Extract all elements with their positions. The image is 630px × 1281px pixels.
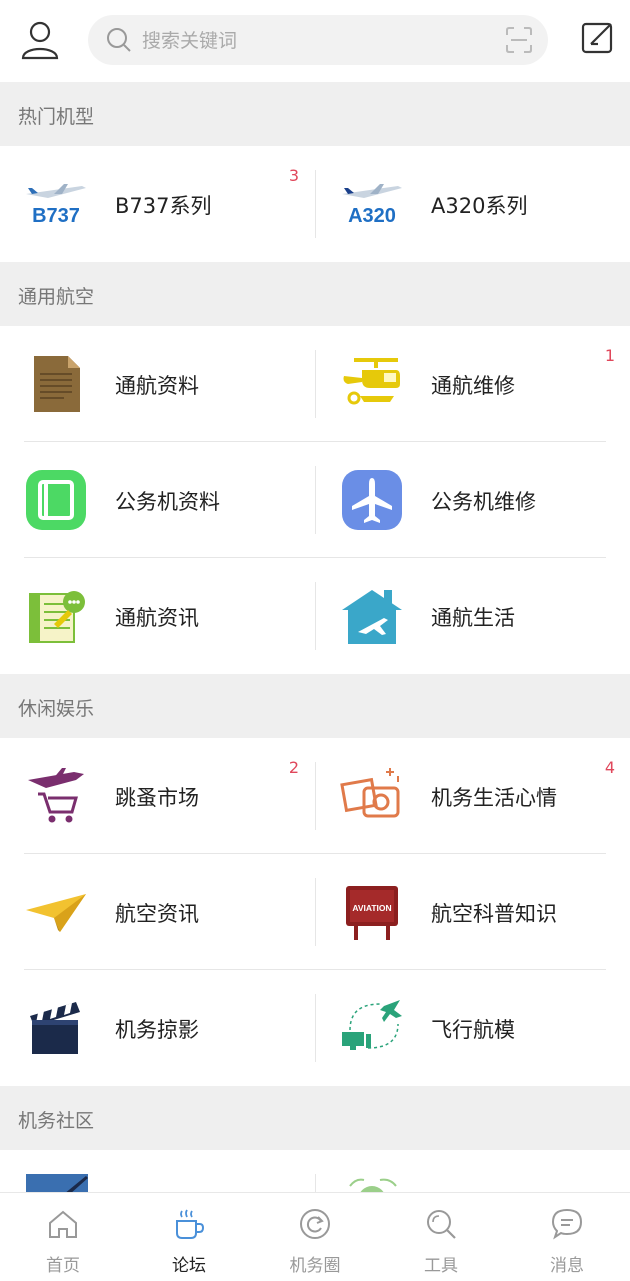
forum-item-a320[interactable]: A320 A320系列: [316, 146, 630, 262]
home-icon: [49, 1210, 77, 1238]
forum-item-ga-docs[interactable]: 通航资料: [0, 326, 315, 442]
section-title: 通用航空: [18, 286, 95, 308]
nav-circle[interactable]: 机务圈: [252, 1193, 378, 1281]
search-input[interactable]: [140, 23, 474, 59]
forum-item-ga-maintenance[interactable]: 通航维修 1: [316, 326, 630, 442]
forum-row: 公务机资料 公务机维修: [0, 442, 630, 558]
forum-row: 通航资讯 通航生活: [0, 558, 630, 674]
forum-item-label: 公务机资料: [115, 490, 220, 514]
search-icon: [107, 28, 131, 52]
forum-item-label: 航空科普知识: [431, 902, 557, 926]
unread-badge: 3: [288, 166, 299, 185]
nav-label: 论坛: [172, 1256, 206, 1276]
forum-row: 机务掠影 飞行航模: [0, 970, 630, 1086]
forum-item-maintenance-snapshots[interactable]: 机务掠影: [0, 970, 315, 1086]
forum-item-aviation-science[interactable]: AVIATION 航空科普知识: [316, 854, 630, 970]
computer-plane-icon: [342, 1000, 402, 1050]
section-title: 机务社区: [18, 1110, 95, 1132]
clapperboard-icon: [30, 1002, 80, 1054]
forum-row: 跳蚤市场 2 机务生活心情 4: [0, 738, 630, 854]
nav-label: 工具: [424, 1256, 458, 1276]
svg-text:A320: A320: [348, 205, 396, 227]
nav-label: 消息: [550, 1256, 584, 1276]
forum-item-bizjet-docs[interactable]: 公务机资料: [0, 442, 315, 558]
forum-item-label: 机务生活心情: [431, 786, 557, 810]
cart-plane-icon: [28, 768, 84, 823]
forum-item-label: 通航维修: [431, 374, 515, 398]
forum-row: 通航资料 通航维修 1: [0, 326, 630, 442]
refresh-circle-icon: [300, 1209, 330, 1239]
nav-label: 首页: [46, 1256, 80, 1276]
search-tool-icon: [427, 1210, 456, 1239]
news-icon: [29, 591, 85, 643]
section-header-leisure: 休闲娱乐: [0, 674, 630, 738]
forum-item-flight-models[interactable]: 飞行航模: [316, 970, 630, 1086]
section-header-community: 机务社区: [0, 1086, 630, 1150]
section-title: 休闲娱乐: [18, 698, 95, 720]
forum-item-label: 航空资讯: [115, 902, 199, 926]
chat-bubble-icon: [551, 1208, 583, 1240]
forum-row: 航空资讯 AVIATION 航空科普知识: [0, 854, 630, 970]
forum-item-flea-market[interactable]: 跳蚤市场 2: [0, 738, 315, 854]
forum-item-label: 公务机维修: [431, 490, 536, 514]
section-header-general-aviation: 通用航空: [0, 262, 630, 326]
svg-text:B737: B737: [32, 205, 80, 227]
nav-messages[interactable]: 消息: [504, 1193, 630, 1281]
nav-tools[interactable]: 工具: [378, 1193, 504, 1281]
book-icon: [26, 470, 86, 530]
document-icon: [34, 356, 80, 412]
forum-item-aviation-news[interactable]: 航空资讯: [0, 854, 315, 970]
forum-item-b737[interactable]: B737 B737系列 3: [0, 146, 315, 262]
forum-item-label: 飞行航模: [431, 1018, 515, 1042]
user-icon[interactable]: [18, 18, 62, 62]
a320-plane-icon: A320: [342, 184, 402, 227]
forum-item-ga-life[interactable]: 通航生活: [316, 558, 630, 674]
airplane-icon: [342, 470, 402, 530]
forum-item-life-mood[interactable]: 机务生活心情 4: [316, 738, 630, 854]
b737-plane-icon: B737: [26, 184, 86, 227]
paper-plane-icon: [26, 894, 86, 932]
forum-item-label: 通航资讯: [115, 606, 199, 630]
search-bar[interactable]: [88, 15, 548, 65]
section-title: 热门机型: [18, 106, 95, 128]
bottom-navigation: 首页 论坛 机务圈 工具 消息: [0, 1192, 630, 1281]
scan-icon[interactable]: [506, 27, 532, 53]
nav-label: 机务圈: [289, 1256, 341, 1276]
unread-badge: 1: [604, 346, 615, 365]
forum-item-bizjet-maintenance[interactable]: 公务机维修: [316, 442, 630, 558]
coffee-cup-icon: [176, 1209, 205, 1239]
forum-row: B737 B737系列 3 A320 A320系列: [0, 146, 630, 262]
forum-item-label: A320系列: [431, 194, 528, 218]
forum-item-ga-news[interactable]: 通航资讯: [0, 558, 315, 674]
compose-icon[interactable]: [578, 18, 618, 58]
photo-camera-icon: [340, 768, 400, 818]
nav-home[interactable]: 首页: [0, 1193, 126, 1281]
forum-item-label: 跳蚤市场: [115, 786, 199, 810]
unread-badge: 4: [604, 758, 615, 777]
aviation-sign-icon: AVIATION: [346, 886, 398, 940]
forum-item-label: 通航生活: [431, 606, 515, 630]
section-header-hot-models: 热门机型: [0, 82, 630, 146]
forum-item-label: 通航资料: [115, 374, 199, 398]
forum-item-label: 机务掠影: [115, 1018, 199, 1042]
unread-badge: 2: [288, 758, 299, 777]
nav-forum[interactable]: 论坛: [126, 1193, 252, 1281]
svg-text:AVIATION: AVIATION: [352, 903, 391, 913]
top-bar: [0, 0, 630, 82]
helicopter-wrench-icon: [343, 358, 400, 405]
house-plane-icon: [342, 590, 402, 644]
forum-item-label: B737系列: [115, 194, 212, 218]
